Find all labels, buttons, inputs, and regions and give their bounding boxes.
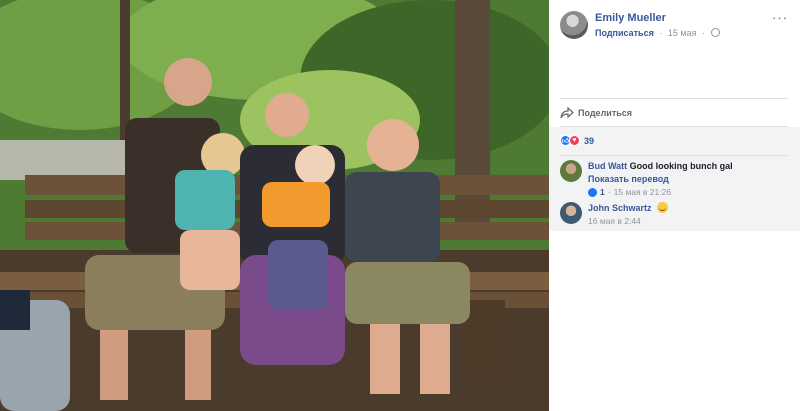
post-photo[interactable] [0,0,549,411]
separator: · [659,28,663,38]
show-translation-link[interactable]: Показать перевод [588,173,788,186]
share-button[interactable]: Поделиться [560,105,632,121]
divider [560,155,788,156]
more-options-icon[interactable]: ··· [772,10,788,25]
comment-time[interactable]: 15 мая в 21:26 [614,186,672,199]
commenter-avatar[interactable] [560,202,582,224]
post-subline: Подписаться · 15 мая · [595,28,720,38]
reactions-count: 39 [584,135,595,146]
comments-area: 👍︎ ♥ 39 Bud Watt Good looking bunch gal … [549,127,800,231]
commenter-name[interactable]: Bud Watt [588,161,627,171]
post-date[interactable]: 15 мая [668,28,697,38]
comment-meta: 1 · 15 мая в 21:26 [588,186,788,199]
comment-like-count[interactable]: 1 [600,186,605,199]
author-name[interactable]: Emily Mueller [595,12,666,24]
commenter-avatar[interactable] [560,160,582,182]
comment-body: John Schwartz 16 мая в 2:44 [588,202,788,228]
comment-time[interactable]: 16 мая в 2:44 [588,215,641,228]
post-side-panel: Emily Mueller Подписаться · 15 мая · ···… [549,0,800,411]
globe-icon [710,28,720,37]
separator: · [701,28,705,38]
share-label: Поделиться [578,108,633,118]
comment-meta: 16 мая в 2:44 [588,215,788,228]
subscribe-link[interactable]: Подписаться [595,28,654,38]
separator: · [607,187,611,197]
comment-body: Bud Watt Good looking bunch gal Показать… [588,160,788,199]
share-icon [560,107,574,119]
smile-icon [657,202,669,213]
divider [560,98,788,99]
like-icon [588,188,597,197]
family-photo-illustration [0,0,549,411]
reactions-summary[interactable]: 👍︎ ♥ 39 [560,135,594,146]
post-header: Emily Mueller Подписаться · 15 мая · ··· [549,0,800,45]
author-avatar[interactable] [560,11,588,39]
comment-text: Good looking bunch gal [629,161,733,171]
love-icon: ♥ [569,135,580,146]
commenter-name[interactable]: John Schwartz [588,203,652,213]
